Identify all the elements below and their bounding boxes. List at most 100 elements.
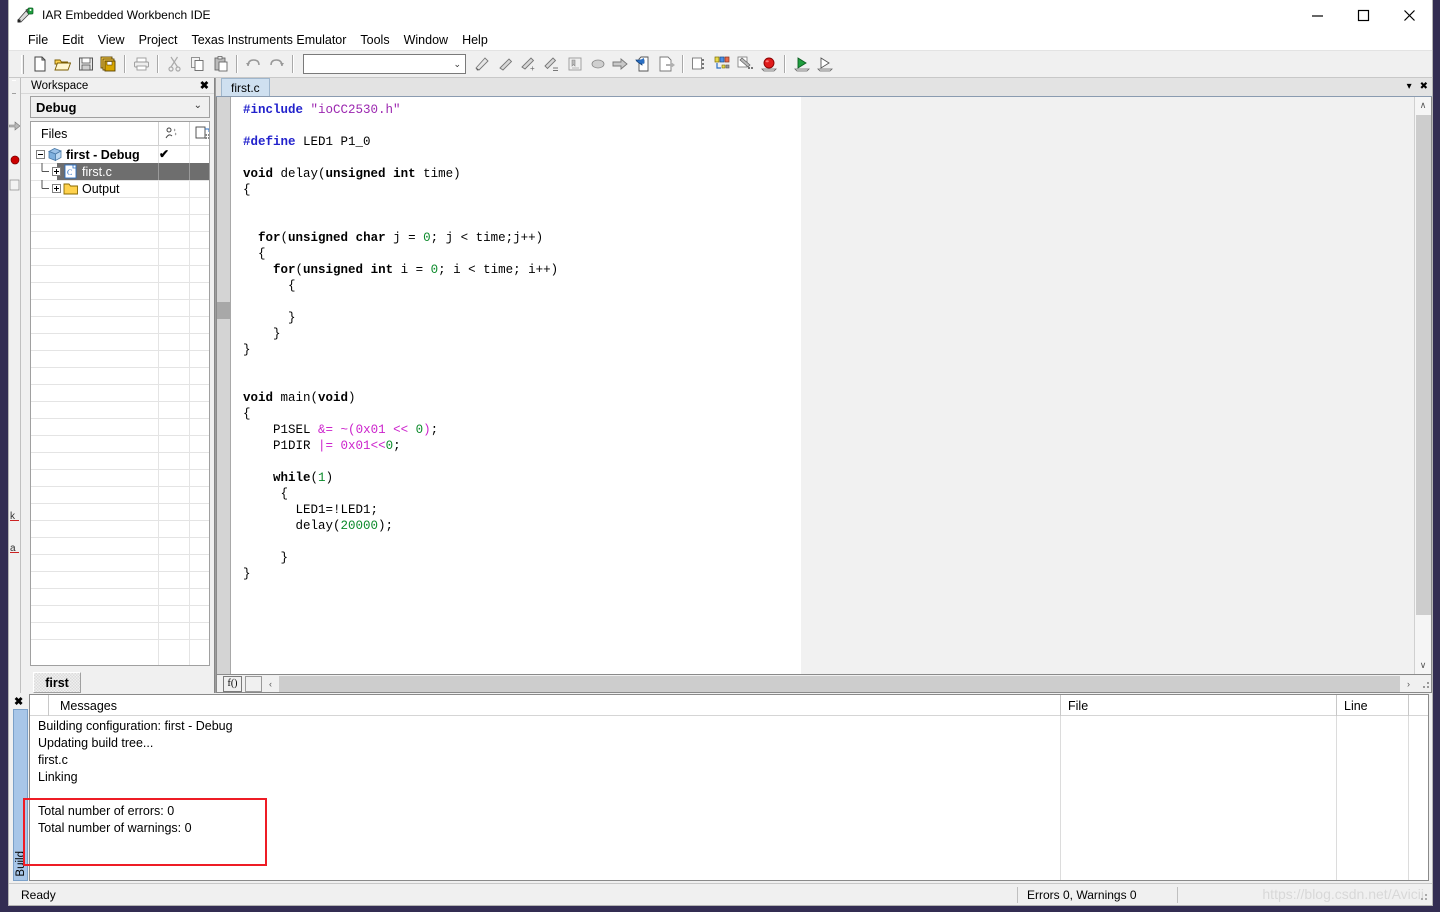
svg-text:+: + [530, 64, 535, 72]
scroll-left-button[interactable]: ‹ [262, 676, 279, 692]
left-strip-icon-5[interactable]: a [9, 540, 20, 555]
close-icon[interactable]: ✖ [1420, 81, 1428, 92]
compile-icon[interactable] [632, 53, 655, 75]
code-viewport[interactable]: #include "ioCC2530.h" #define LED1 P1_0 … [231, 97, 1414, 674]
editor-tab-first-c[interactable]: first.c [221, 78, 270, 96]
print-icon[interactable] [130, 53, 153, 75]
workspace-tab-first[interactable]: first [33, 672, 81, 693]
chevron-down-icon: ⌄ [193, 100, 202, 111]
debug-multi-icon[interactable] [711, 53, 734, 75]
column-divider [189, 163, 190, 180]
find-previous-icon[interactable]: + [517, 53, 540, 75]
run-icon[interactable] [813, 53, 836, 75]
resize-grip[interactable] [1417, 890, 1429, 902]
save-all-icon[interactable] [97, 53, 120, 75]
stop-build-icon[interactable] [688, 53, 711, 75]
maximize-button[interactable] [1340, 0, 1386, 30]
build-message-row[interactable]: first.c [38, 751, 1428, 768]
quick-search-combo[interactable]: ⌄ [303, 54, 466, 74]
build-message-row-errors[interactable]: Total number of errors: 0 [38, 802, 1428, 819]
column-header-file[interactable]: File [1060, 695, 1088, 716]
build-message-row[interactable]: Building configuration: first - Debug [38, 717, 1428, 734]
build-config-check-icon: ✔ [159, 147, 170, 161]
editor-split-button[interactable] [245, 675, 262, 692]
menu-tools[interactable]: Tools [353, 31, 396, 49]
expand-expander-icon[interactable] [52, 167, 61, 176]
toolbar-grip[interactable] [21, 54, 24, 74]
chevron-down-icon: ⌄ [453, 58, 461, 69]
left-strip-icon-4[interactable]: k [9, 508, 20, 523]
menu-edit[interactable]: Edit [55, 31, 91, 49]
menu-help[interactable]: Help [455, 31, 495, 49]
window-title: IAR Embedded Workbench IDE [42, 8, 211, 22]
window-controls [1294, 0, 1432, 30]
tree-item-project-first-debug[interactable]: first - Debug ✔ [31, 146, 209, 163]
find-icon[interactable] [471, 53, 494, 75]
build-message-row[interactable]: Updating build tree... [38, 734, 1428, 751]
build-message-row[interactable]: Linking [38, 768, 1428, 785]
left-toolbar-grip[interactable] [12, 80, 16, 94]
editor-bottom-bar: f() ‹ › [216, 675, 1432, 693]
menu-texas-instruments-emulator[interactable]: Texas Instruments Emulator [184, 31, 353, 49]
function-navigation-button[interactable]: f() [223, 675, 242, 692]
column-divider[interactable] [1408, 695, 1409, 716]
breakpoints-icon[interactable] [734, 53, 757, 75]
navigate-forward-icon[interactable] [609, 53, 632, 75]
tree-item-label: first.c [82, 164, 112, 179]
goto-bookmark-icon[interactable] [563, 53, 586, 75]
collapse-expander-icon[interactable] [36, 150, 45, 159]
menu-project[interactable]: Project [132, 31, 185, 49]
build-message-row-warnings[interactable]: Total number of warnings: 0 [38, 819, 1428, 836]
column-header-line[interactable]: Line [1336, 695, 1368, 716]
redo-icon[interactable] [265, 53, 288, 75]
paste-icon[interactable] [209, 53, 232, 75]
make-icon[interactable] [655, 53, 678, 75]
copy-icon[interactable] [186, 53, 209, 75]
save-icon[interactable] [74, 53, 97, 75]
toggle-bookmark-icon[interactable] [586, 53, 609, 75]
files-column-header: Files [41, 126, 68, 141]
workspace-title-label: Workspace [31, 79, 89, 92]
resize-grip[interactable] [1417, 676, 1431, 692]
left-strip-icon-3[interactable] [9, 178, 20, 193]
editor-vertical-scrollbar[interactable]: ∧ ∨ [1414, 97, 1431, 674]
menu-window[interactable]: Window [397, 31, 455, 49]
editor-gutter[interactable] [217, 97, 231, 674]
column-header-messages[interactable]: Messages [52, 695, 117, 716]
tree-item-output[interactable]: Output [31, 180, 209, 197]
close-button[interactable] [1386, 0, 1432, 30]
menu-view[interactable]: View [91, 31, 132, 49]
expand-expander-icon[interactable] [52, 184, 61, 193]
horizontal-scroll-track[interactable] [279, 675, 1400, 692]
column-divider [48, 695, 49, 716]
cut-icon[interactable] [163, 53, 186, 75]
vertical-scroll-thumb[interactable] [1415, 115, 1431, 615]
scroll-down-button[interactable]: ∨ [1415, 657, 1432, 674]
undo-icon[interactable] [242, 53, 265, 75]
close-icon[interactable]: ✖ [200, 79, 209, 92]
source-code[interactable]: #include "ioCC2530.h" #define LED1 P1_0 … [231, 97, 1414, 582]
tree-item-first-c[interactable]: C first.c [31, 163, 209, 180]
project-tree-header: Files [31, 122, 209, 146]
new-document-icon[interactable] [28, 53, 51, 75]
menu-file[interactable]: File [21, 31, 55, 49]
find-next-icon[interactable] [494, 53, 517, 75]
replace-icon[interactable] [540, 53, 563, 75]
minimize-button[interactable] [1294, 0, 1340, 30]
left-strip-icon-1[interactable] [9, 118, 20, 133]
build-messages-view[interactable]: Messages File Line Building configuratio… [29, 694, 1429, 881]
left-strip-icon-2[interactable] [9, 153, 20, 168]
build-message-row[interactable] [38, 785, 1428, 802]
download-debug-icon[interactable] [790, 53, 813, 75]
configuration-dropdown[interactable]: Debug ⌄ [30, 96, 210, 118]
stop-debugger-icon[interactable] [757, 53, 780, 75]
open-folder-icon[interactable] [51, 53, 74, 75]
workspace-title-bar: Workspace ✖ [21, 78, 214, 94]
scroll-right-button[interactable]: › [1400, 676, 1417, 692]
close-icon[interactable]: ✖ [14, 695, 23, 708]
toolbar-separator [292, 55, 294, 73]
tab-list-dropdown-icon[interactable]: ▾ [1407, 81, 1412, 92]
build-vertical-tab[interactable]: Build [13, 709, 28, 881]
vertical-scroll-track[interactable] [1416, 615, 1431, 657]
scroll-up-button[interactable]: ∧ [1415, 97, 1432, 114]
